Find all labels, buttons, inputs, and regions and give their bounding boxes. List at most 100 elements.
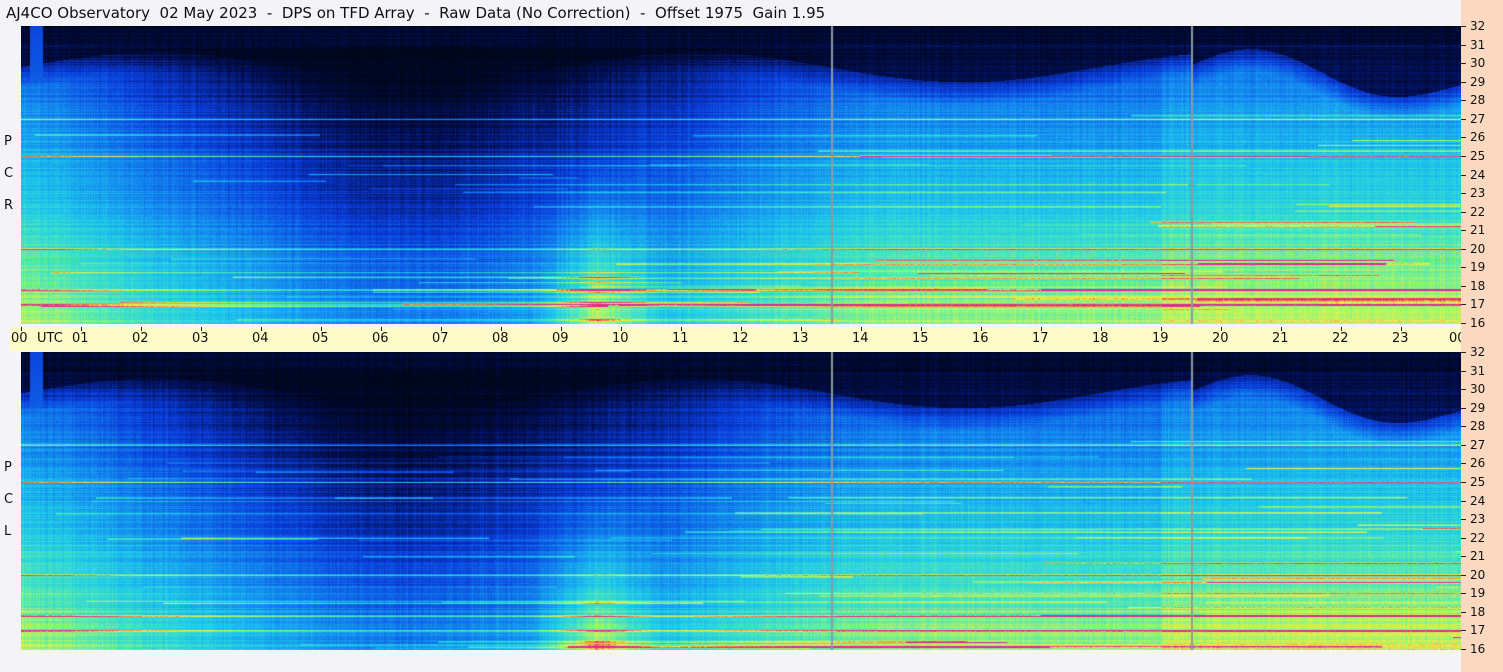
frequency-tick-label: 20 (1470, 242, 1486, 256)
spectrogram-heatmap-rcp (21, 26, 1461, 324)
frequency-tick-label: 31 (1470, 364, 1486, 378)
utc-unit-label: UTC (37, 331, 63, 346)
utc-tick-label: 07 (432, 331, 449, 346)
frequency-tick-label: 29 (1470, 401, 1486, 415)
polarization-letter: C (4, 492, 14, 507)
utc-tick-label: 08 (492, 331, 509, 346)
frequency-tick (1461, 519, 1466, 520)
frequency-tick (1461, 304, 1466, 305)
frequency-tick-label: 18 (1470, 279, 1486, 293)
frequency-tick (1461, 426, 1466, 427)
frequency-tick (1461, 230, 1466, 231)
frequency-tick-label: 22 (1470, 205, 1486, 219)
polarization-label-lcp: P C L (2, 456, 18, 546)
frequency-tick-label: 19 (1470, 586, 1486, 600)
frequency-tick (1461, 649, 1466, 650)
frequency-tick-label: 26 (1470, 456, 1486, 470)
frequency-tick (1461, 501, 1466, 502)
polarization-letter: P (4, 134, 12, 149)
frequency-tick-label: 29 (1470, 75, 1486, 89)
utc-tick-label: 21 (1272, 331, 1289, 346)
frequency-tick (1461, 389, 1466, 390)
frequency-tick (1461, 371, 1466, 372)
polarization-letter: C (4, 166, 14, 181)
frequency-tick-label: 18 (1470, 605, 1486, 619)
frequency-tick-label: 30 (1470, 56, 1486, 70)
frequency-tick-label: 31 (1470, 38, 1486, 52)
frequency-tick-label: 19 (1470, 260, 1486, 274)
utc-tick-label: 13 (792, 331, 809, 346)
frequency-tick (1461, 445, 1466, 446)
frequency-tick (1461, 556, 1466, 557)
utc-tick-label: 22 (1332, 331, 1349, 346)
frequency-tick-label: 28 (1470, 93, 1486, 107)
frequency-tick-label: 17 (1470, 297, 1486, 311)
frequency-tick (1461, 323, 1466, 324)
frequency-tick (1461, 463, 1466, 464)
utc-tick-label: 00 (11, 331, 28, 346)
utc-tick-label: 17 (1032, 331, 1049, 346)
frequency-tick-label: 17 (1470, 623, 1486, 637)
utc-tick-label: 16 (972, 331, 989, 346)
frequency-tick (1461, 45, 1466, 46)
frequency-tick-label: 32 (1470, 345, 1486, 359)
utc-tick-label: 14 (852, 331, 869, 346)
frequency-tick-label: 25 (1470, 149, 1486, 163)
spectrogram-heatmap-lcp (21, 352, 1461, 650)
frequency-tick-label: 27 (1470, 438, 1486, 452)
frequency-axis: 16 17 18 19 20 21 22 23 24 25 26 27 28 29 30 31 32 16 17 18… (1461, 0, 1503, 672)
utc-tick-label: 10 (612, 331, 629, 346)
frequency-tick-label: 21 (1470, 223, 1486, 237)
utc-tick-label: 09 (552, 331, 569, 346)
utc-tick-label: 19 (1152, 331, 1169, 346)
frequency-tick-label: 22 (1470, 531, 1486, 545)
frequency-tick-label: 24 (1470, 168, 1486, 182)
frequency-tick (1461, 612, 1466, 613)
utc-tick-label: 02 (132, 331, 149, 346)
frequency-tick (1461, 249, 1466, 250)
polarization-letter: R (4, 198, 14, 213)
frequency-tick (1461, 408, 1466, 409)
frequency-tick-label: 24 (1470, 494, 1486, 508)
frequency-tick-label: 28 (1470, 419, 1486, 433)
frequency-tick (1461, 575, 1466, 576)
frequency-tick-label: 30 (1470, 382, 1486, 396)
utc-tick-label: 04 (252, 331, 269, 346)
utc-tick-label: 15 (912, 331, 929, 346)
utc-tick-label: 05 (312, 331, 329, 346)
frequency-tick (1461, 193, 1466, 194)
frequency-tick (1461, 156, 1466, 157)
polarization-label-rcp: P C R (2, 130, 18, 220)
frequency-tick-label: 32 (1470, 19, 1486, 33)
frequency-tick (1461, 26, 1466, 27)
frequency-tick (1461, 538, 1466, 539)
utc-tick-label: 23 (1392, 331, 1409, 346)
frequency-tick-label: 21 (1470, 549, 1486, 563)
frequency-tick (1461, 267, 1466, 268)
frequency-tick (1461, 352, 1466, 353)
frequency-tick (1461, 630, 1466, 631)
utc-tick-label: 06 (372, 331, 389, 346)
utc-time-axis: 00 01 02 03 04 05 06 07 08 09 10 11 12 13 14 15 16 17 18 19… (10, 327, 1499, 351)
utc-tick-label: 11 (672, 331, 689, 346)
frequency-tick (1461, 63, 1466, 64)
frequency-tick (1461, 482, 1466, 483)
frequency-tick (1461, 119, 1466, 120)
frequency-tick (1461, 137, 1466, 138)
frequency-tick-label: 23 (1470, 186, 1486, 200)
frequency-tick-label: 27 (1470, 112, 1486, 126)
page-title: AJ4CO Observatory 02 May 2023 - DPS on T… (6, 4, 826, 22)
utc-tick-label: 12 (732, 331, 749, 346)
frequency-tick-label: 16 (1470, 316, 1486, 330)
polarization-letter: P (4, 460, 12, 475)
utc-tick-label: 20 (1212, 331, 1229, 346)
frequency-tick-label: 16 (1470, 642, 1486, 656)
frequency-tick (1461, 100, 1466, 101)
spectrogram-page: AJ4CO Observatory 02 May 2023 - DPS on T… (0, 0, 1503, 672)
utc-tick-label: 01 (72, 331, 89, 346)
frequency-tick (1461, 175, 1466, 176)
spectrogram-panel-rcp (21, 26, 1461, 324)
frequency-tick (1461, 286, 1466, 287)
polarization-letter: L (4, 524, 12, 539)
frequency-tick (1461, 82, 1466, 83)
